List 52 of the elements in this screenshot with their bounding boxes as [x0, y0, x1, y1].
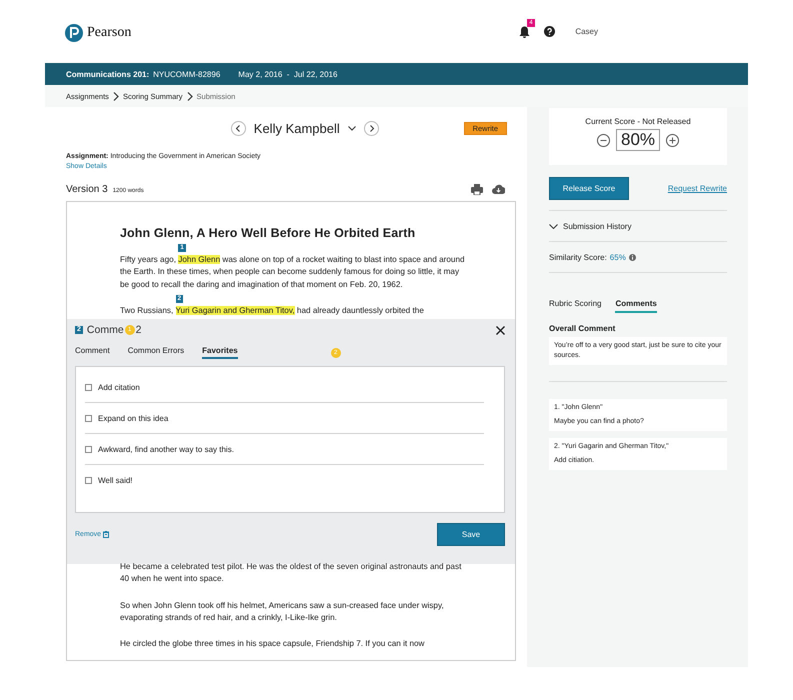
- trash-icon: [103, 531, 110, 538]
- highlighted-text[interactable]: John Glenn: [178, 255, 220, 264]
- chevron-right-icon: [186, 92, 193, 101]
- favorite-label[interactable]: Awkward, find another way to say this.: [98, 444, 234, 454]
- release-score-button[interactable]: Release Score: [549, 177, 629, 200]
- bell-icon[interactable]: [519, 26, 530, 38]
- essay-paragraph: He became a celebrated test pilot. He was the oldest of the seven original astronauts and past 40 when he went into space.: [120, 561, 462, 586]
- chevron-right-icon: [112, 92, 119, 101]
- essay-paragraph: He circled the globe three times in his space capsule, Friendship 7. If you can it now: [120, 638, 426, 650]
- save-button[interactable]: Save: [437, 523, 505, 546]
- user-name[interactable]: Casey: [575, 27, 598, 36]
- favorite-label[interactable]: Well said!: [98, 476, 133, 486]
- comment-tab[interactable]: Comment: [75, 346, 110, 360]
- comment-tab[interactable]: Common Errors: [128, 346, 184, 360]
- version-title: Version 3: [66, 184, 108, 194]
- similarity-label: Similarity Score:: [549, 252, 607, 262]
- essay-title: John Glenn, A Hero Well Before He Orbited Earth: [120, 226, 416, 240]
- close-icon[interactable]: [496, 326, 505, 335]
- checkbox[interactable]: [85, 477, 92, 484]
- score-label: Current Score - Not Released: [584, 117, 692, 126]
- previous-icon[interactable]: [230, 121, 246, 136]
- submission-history-toggle[interactable]: Submission History: [563, 222, 632, 230]
- favorite-label[interactable]: Add citation: [98, 382, 140, 392]
- score-field[interactable]: 80%: [616, 129, 660, 151]
- info-icon: [628, 254, 636, 260]
- cloud-download-icon[interactable]: [492, 184, 505, 194]
- course-dates: May 2, 2016 - Jul 22, 2016: [238, 70, 338, 78]
- essay-paragraph: So when John Glenn took off his helmet, Americans saw a sun-creased face under wispy, evaporating strands of red hair, and a crinkly, I-Like-Ike grin.: [120, 600, 445, 624]
- logo-icon: [65, 24, 83, 42]
- course-name: Communications 201:: [66, 70, 150, 78]
- course-code: NYUCOMM-82896: [153, 70, 220, 78]
- side-tab[interactable]: Comments: [615, 299, 657, 313]
- chevron-down-icon[interactable]: [549, 224, 558, 228]
- student-name[interactable]: Kelly Kampbell: [254, 121, 340, 136]
- checkbox[interactable]: [85, 446, 92, 453]
- caret-down-icon[interactable]: [348, 126, 356, 131]
- logo-text: Pearson: [87, 24, 132, 40]
- side-tab[interactable]: Rubric Scoring: [549, 299, 602, 313]
- checkbox[interactable]: [85, 414, 92, 422]
- checkbox[interactable]: [85, 384, 92, 391]
- similarity-value: 65%: [610, 252, 626, 262]
- comment-title: Comme: [86, 324, 124, 336]
- plus-icon[interactable]: [666, 134, 680, 146]
- request-rewrite-link[interactable]: Request Rewrite: [668, 184, 727, 193]
- overall-comment-label: Overall Comment: [549, 324, 616, 333]
- favorite-label[interactable]: Expand on this idea: [98, 414, 168, 423]
- print-icon[interactable]: [471, 184, 483, 194]
- comment-tab[interactable]: Favorites: [202, 346, 238, 360]
- next-icon[interactable]: [364, 121, 379, 136]
- comment-title: 2: [136, 324, 142, 336]
- minus-icon[interactable]: [596, 134, 610, 146]
- help-icon[interactable]: [544, 26, 556, 37]
